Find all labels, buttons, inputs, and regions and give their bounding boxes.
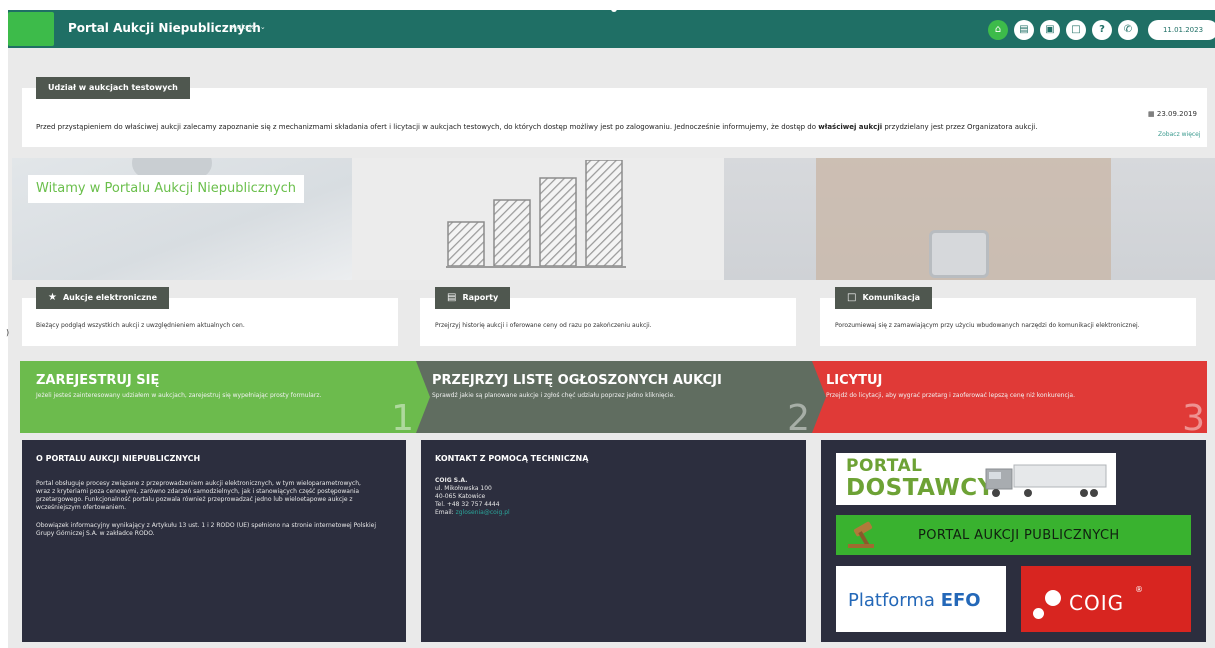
hero-title: Witamy w Portalu Aukcji Niepublicznych (28, 175, 304, 203)
register-cta-heading: ZAREJESTRUJ SIĘ (36, 373, 160, 388)
about-heading: O PORTALU AUKCJI NIEPUBLICZNYCH (36, 454, 201, 463)
browse-auctions-cta-text: Sprawdź jakie są planowane aukcje i zgło… (432, 392, 676, 399)
contact-panel: KONTAKT Z POMOCĄ TECHNICZNĄ COIG S.A. ul… (421, 440, 806, 642)
top-navigation-bar: Portal Aukcji Niepublicznych Aukcje ⌄ ⌂ … (8, 6, 1215, 54)
coig-registered-mark: ® (1135, 585, 1143, 594)
cta-arrow-2 (812, 361, 826, 433)
announcement-text-part1: Przed przystąpieniem do właściwej aukcji… (36, 123, 819, 131)
announcement-text-bold: właściwej aukcji (818, 123, 883, 131)
bid-cta-text: Przejdź do licytacji, aby wygrać przetar… (826, 392, 1076, 399)
contact-phone: Tel. +48 32 757 4444 (435, 501, 500, 508)
announcement-date-value: 23.09.2019 (1156, 110, 1197, 118)
coig-dot-small (1033, 608, 1044, 619)
platforma-efo-prefix: Platforma (848, 590, 935, 611)
portal-dostawcy-line2: DOSTAWCY (846, 475, 995, 501)
coig-dot-large (1045, 590, 1061, 606)
book-icon[interactable]: □ (1066, 20, 1086, 40)
auctions-menu-label: Aukcje (232, 23, 256, 31)
browse-auctions-cta-heading: PRZEJRZYJ LISTĘ OGŁOSZONYCH AUKCJI (432, 373, 722, 388)
portal-dostawcy-logo[interactable]: PORTAL DOSTAWCY (836, 453, 1116, 505)
feature-text-auctions: Bieżący podgląd wszystkich aukcji z uwzg… (36, 322, 245, 329)
contact-email-link[interactable]: zglosenia@coig.pl (456, 509, 510, 516)
chat-icon: □ (847, 292, 857, 303)
portal-aukcji-publicznych-logo[interactable]: PORTAL AUKCJI PUBLICZNYCH (836, 515, 1191, 555)
platforma-efo-bold: EFO (940, 590, 981, 611)
cta-arrow-1 (416, 361, 430, 433)
contact-details: COIG S.A. ul. Mikołowska 100 40-065 Kato… (435, 477, 510, 517)
platforma-efo-logo[interactable]: Platforma EFO (836, 566, 1006, 632)
about-panel: O PORTALU AUKCJI NIEPUBLICZNYCH Portal o… (22, 440, 406, 642)
document-icon[interactable]: ▤ (1014, 20, 1034, 40)
side-marker: ) (6, 328, 10, 337)
feature-tab-auctions-label: Aukcje elektroniczne (62, 293, 158, 302)
see-more-link[interactable]: Zobacz więcej (1158, 131, 1201, 138)
feature-text-reports: Przejrzyj historię aukcji i oferowane ce… (435, 322, 652, 329)
calendar-icon: ▦ (1148, 110, 1155, 118)
feature-tab-auctions[interactable]: ★ Aukcje elektroniczne (36, 287, 170, 309)
bid-cta[interactable]: LICYTUJ Przejdź do licytacji, aby wygrać… (812, 361, 1207, 433)
feature-text-communication: Porozumiewaj się z zamawiającym przy uży… (835, 322, 1140, 329)
platforma-efo-text: Platforma EFO (848, 590, 981, 611)
portal-dostawcy-line1: PORTAL (846, 456, 923, 476)
bid-cta-heading: LICYTUJ (826, 373, 883, 388)
feature-tab-reports-label: Raporty (462, 293, 499, 302)
announcement-date: ▦ 23.09.2019 (1148, 110, 1197, 118)
contact-email-label: Email: (435, 509, 454, 516)
contact-heading: KONTAKT Z POMOCĄ TECHNICZNĄ (435, 454, 589, 463)
announcement-title: Udział w aukcjach testowych (36, 77, 190, 99)
contact-email-row: Email: zglosenia@coig.pl (435, 509, 510, 517)
register-cta[interactable]: ZAREJESTRUJ SIĘ Jeżeli jesteś zaintereso… (20, 361, 416, 433)
feature-tab-communication-label: Komunikacja (862, 293, 921, 302)
auctions-menu[interactable]: Aukcje ⌄ (232, 23, 266, 31)
browse-auctions-cta-number: 2 (787, 398, 810, 433)
collapse-handle[interactable] (611, 6, 617, 12)
feature-tab-communication[interactable]: □ Komunikacja (835, 287, 933, 309)
contact-company: COIG S.A. (435, 477, 468, 484)
portal-aukcji-publicznych-text: PORTAL AUKCJI PUBLICZNYCH (918, 528, 1120, 543)
register-cta-text: Jeżeli jesteś zainteresowany udziałem w … (36, 392, 322, 399)
current-datetime: 11.01.2023 09:22:49 (1148, 20, 1215, 54)
portal-logo[interactable] (8, 12, 54, 46)
star-icon: ★ (48, 292, 57, 303)
gavel-icon (848, 521, 874, 548)
contact-street: ul. Mikołowska 100 (435, 485, 492, 492)
announcement-card (22, 88, 1207, 147)
coig-logo[interactable]: COIG ® (1021, 566, 1191, 632)
bid-cta-number: 3 (1182, 398, 1205, 433)
announcement-text-part2: przydzielany jest przez Organizatora auk… (882, 123, 1038, 131)
about-paragraph: Portal obsługuje procesy związane z prze… (36, 480, 361, 511)
chevron-down-icon: ⌄ (257, 23, 266, 31)
phone-icon[interactable]: ✆ (1118, 20, 1138, 40)
truck-icon (985, 464, 1107, 497)
contact-city: 40-065 Katowice (435, 493, 486, 500)
coig-text: COIG (1069, 591, 1125, 615)
hero-photo-right (724, 158, 1215, 280)
register-cta-number: 1 (391, 398, 414, 433)
hero-phone (929, 230, 989, 278)
announcement-text: Przed przystąpieniem do właściwej aukcji… (36, 123, 1037, 131)
gdpr-paragraph: Obowiązek informacyjny wynikający z Arty… (36, 522, 377, 537)
feature-tab-reports[interactable]: ▤ Raporty (435, 287, 511, 309)
chart-icon: ▤ (447, 292, 457, 303)
browse-auctions-cta[interactable]: PRZEJRZYJ LISTĘ OGŁOSZONYCH AUKCJI Spraw… (416, 361, 812, 433)
home-icon[interactable]: ⌂ (988, 20, 1008, 40)
archive-icon[interactable]: ▣ (1040, 20, 1060, 40)
bar-chart-graphic (446, 160, 626, 268)
help-icon[interactable]: ? (1092, 20, 1112, 40)
